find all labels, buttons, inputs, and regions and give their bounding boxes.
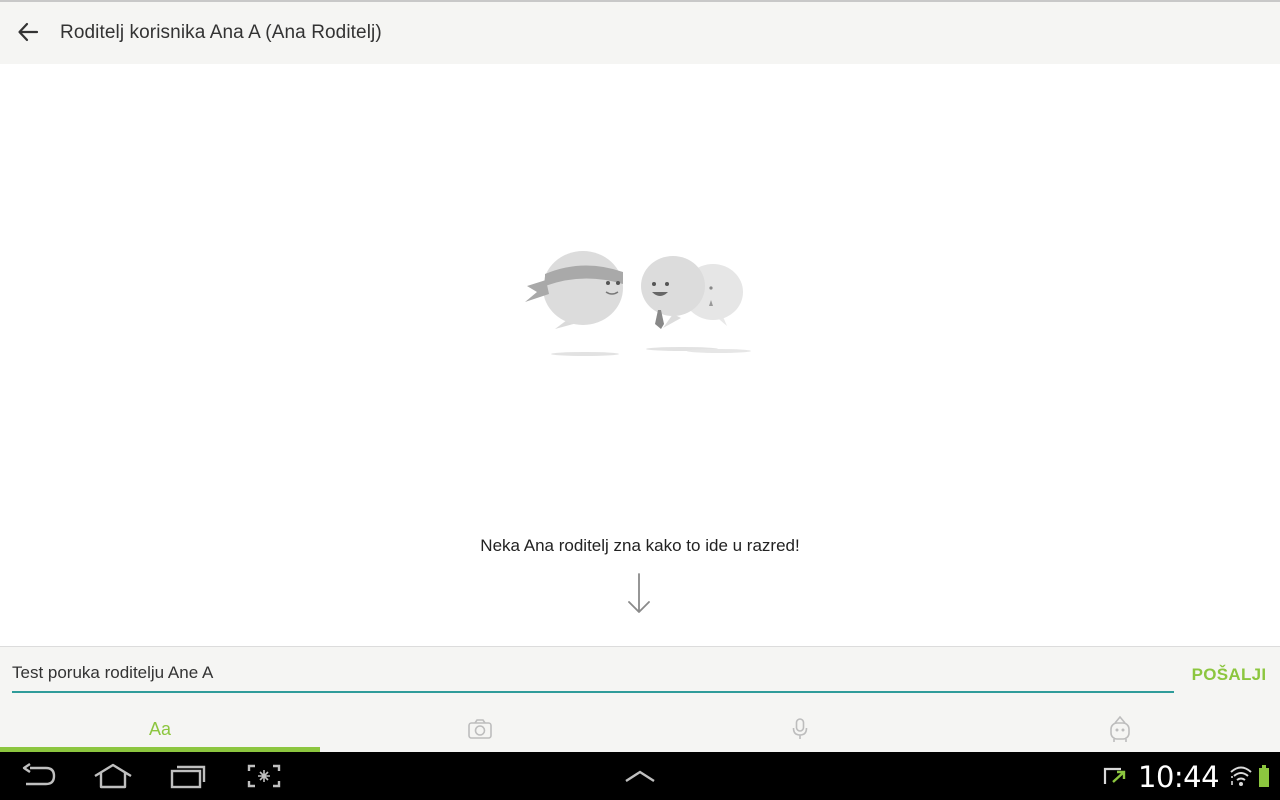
sync-icon	[1103, 767, 1126, 784]
tab-voice[interactable]	[640, 705, 960, 753]
back-button[interactable]	[10, 14, 46, 50]
text-icon: Aa	[148, 718, 172, 739]
chevron-up-icon	[625, 770, 655, 783]
camera-icon	[468, 719, 492, 739]
app-bar: Roditelj korisnika Ana A (Ana Roditelj)	[0, 0, 1280, 64]
clock: 10:44	[1138, 760, 1220, 794]
message-composer: POŠALJI Aa	[0, 646, 1280, 753]
tab-stickers[interactable]	[960, 705, 1280, 753]
recent-apps-icon	[170, 765, 206, 789]
wifi-icon	[1230, 766, 1252, 786]
system-show-apps-button[interactable]	[620, 752, 660, 800]
page-title: Roditelj korisnika Ana A (Ana Roditelj)	[60, 22, 382, 43]
system-home-button[interactable]	[90, 752, 136, 800]
battery-status	[1256, 752, 1272, 800]
arrow-left-icon	[18, 22, 39, 42]
system-back-button[interactable]	[18, 752, 60, 800]
send-button[interactable]: POŠALJI	[1186, 665, 1272, 685]
home-icon	[94, 763, 132, 789]
sticker-monster-icon	[1110, 715, 1130, 742]
tab-text[interactable]: Aa	[0, 705, 320, 753]
chat-bubbles-illustration	[525, 251, 751, 356]
sync-status	[1100, 752, 1130, 800]
microphone-icon	[792, 718, 808, 739]
wifi-status	[1228, 752, 1254, 800]
system-navigation-bar: 10:44	[0, 752, 1280, 800]
system-recent-apps-button[interactable]	[168, 752, 208, 800]
arrow-down-icon	[628, 573, 650, 613]
empty-state-message: Neka Ana roditelj zna kako to ide u razr…	[480, 536, 800, 555]
screenshot-icon	[247, 764, 281, 788]
back-icon	[22, 763, 56, 786]
system-screenshot-button[interactable]	[244, 752, 284, 800]
composer-tabs: Aa	[0, 705, 1280, 753]
tab-camera[interactable]	[320, 705, 640, 753]
battery-icon	[1259, 765, 1269, 787]
message-input[interactable]	[12, 655, 1174, 693]
